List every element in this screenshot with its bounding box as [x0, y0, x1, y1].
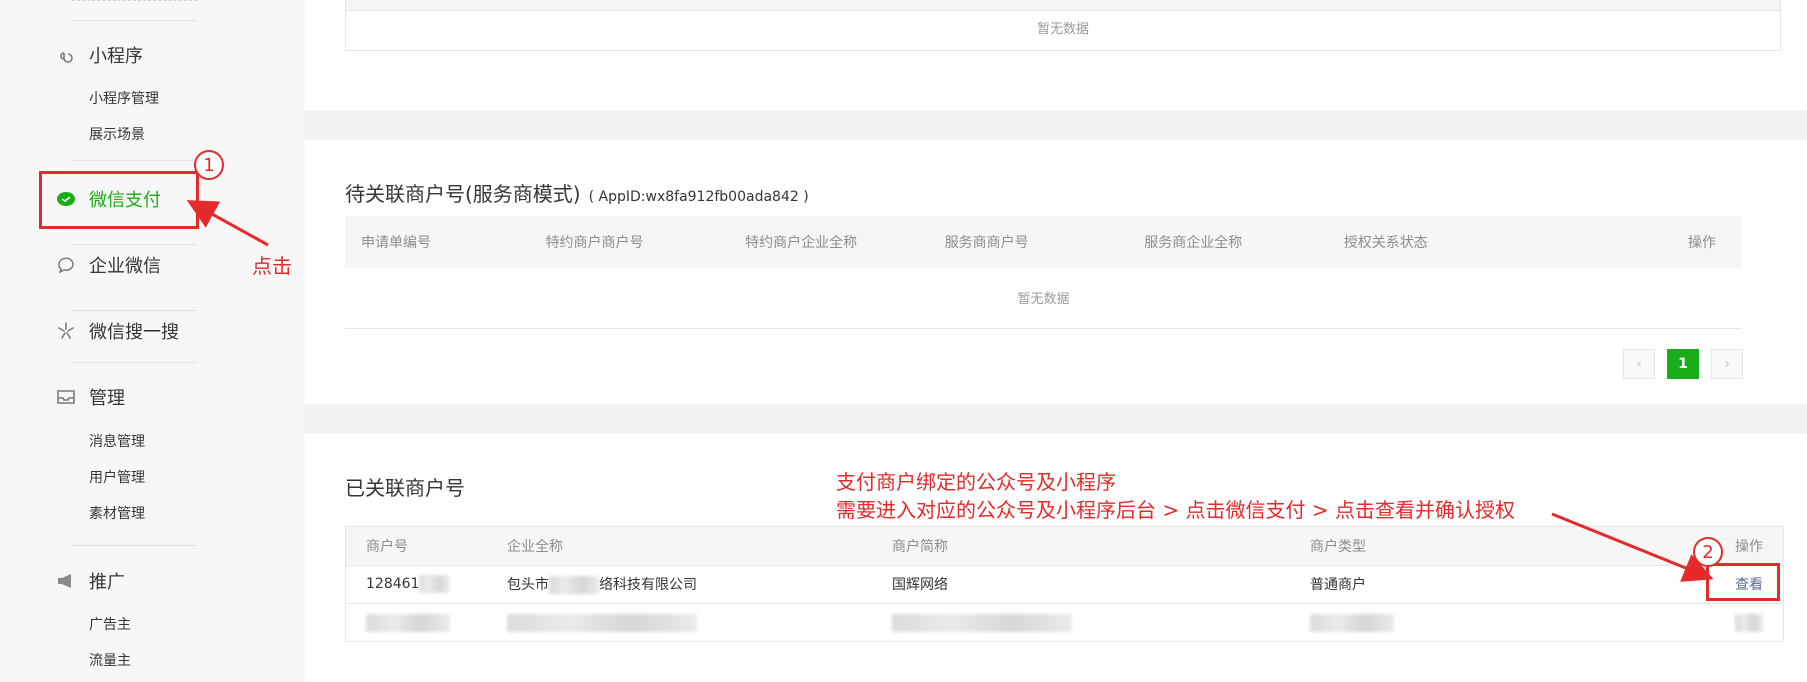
company-prefix: 包头市 — [507, 577, 549, 593]
sidebar-group-wechat-search[interactable]: 微信搜一搜 — [55, 318, 179, 344]
panel-title: 待关联商户号(服务商模式) — [345, 182, 581, 206]
redacted-blur — [419, 575, 450, 593]
sidebar-group-label: 小程序 — [89, 46, 143, 67]
annotation-note-line2: 需要进入对应的公众号及小程序后台 > 点击微信支付 > 点击查看并确认授权 — [836, 498, 1515, 522]
company-cell: 包头市 络科技有限公司 — [506, 565, 891, 603]
divider — [72, 20, 197, 21]
table-header-row: 申请单编号 特约商户商户号 特约商户企业全称 服务商商户号 服务商企业全称 授权… — [345, 216, 1742, 268]
inbox-icon — [55, 386, 77, 408]
col-header: 操作 — [1688, 235, 1716, 251]
redacted-blur — [366, 614, 450, 632]
sidebar-group-promotion[interactable]: 推广 — [55, 568, 125, 594]
highlight-box-wechat-pay — [39, 171, 199, 229]
col-header: 企业全称 — [507, 538, 563, 555]
divider — [72, 0, 197, 2]
table-row: 暂无数据 — [345, 268, 1742, 328]
redacted-blur — [1310, 614, 1394, 632]
redacted-blur — [892, 614, 1072, 632]
short-name-cell: 国辉网络 — [892, 577, 948, 593]
panel-header: 待关联商户号(服务商模式) ( AppID:wx8fa912fb00ada842… — [345, 178, 809, 207]
table-header-row: 商户号 企业全称 商户简称 商户类型 操作 — [346, 527, 1783, 565]
table-empty: 暂无数据 — [345, 0, 1781, 51]
pending-merchant-panel: 待关联商户号(服务商模式) ( AppID:wx8fa912fb00ada842… — [305, 140, 1807, 404]
redacted-blur — [549, 576, 599, 594]
sidebar-group-label: 推广 — [89, 572, 125, 593]
pending-table: 申请单编号 特约商户商户号 特约商户企业全称 服务商商户号 服务商企业全称 授权… — [345, 216, 1742, 329]
appid-text: ( AppID:wx8fa912fb00ada842 ) — [588, 189, 809, 205]
col-header: 特约商户商户号 — [545, 235, 644, 251]
redacted-blur — [507, 614, 697, 632]
divider — [72, 545, 197, 546]
sidebar-group-wework[interactable]: 企业微信 — [55, 252, 161, 278]
col-header: 服务商商户号 — [944, 235, 1029, 251]
step-badge: 1 — [194, 150, 224, 180]
table-row: 128461 包头市 络科技有限公司 国辉网络 普通商户 查看 — [346, 565, 1783, 603]
chat-bubble-icon — [55, 254, 77, 276]
sidebar-item-material-manage[interactable]: 素材管理 — [89, 503, 145, 523]
divider — [72, 310, 197, 311]
sidebar-group-manage[interactable]: 管理 — [55, 384, 125, 410]
search-spark-icon — [55, 320, 77, 342]
sidebar-item-message-manage[interactable]: 消息管理 — [89, 431, 145, 451]
empty-text: 暂无数据 — [1017, 292, 1070, 308]
sidebar-group-label: 微信搜一搜 — [89, 322, 179, 343]
prev-page-button[interactable]: ‹ — [1623, 349, 1655, 379]
annotation-note-line1: 支付商户绑定的公众号及小程序 — [836, 470, 1116, 494]
col-header: 商户号 — [366, 538, 408, 555]
col-header: 商户类型 — [1310, 538, 1366, 555]
pagination: ‹ 1 › — [1623, 349, 1743, 379]
redacted-blur — [1735, 614, 1763, 632]
col-header: 服务商企业全称 — [1144, 235, 1243, 251]
link-icon — [55, 44, 77, 66]
sidebar-item-publisher[interactable]: 流量主 — [89, 650, 131, 670]
sidebar-item-user-manage[interactable]: 用户管理 — [89, 467, 145, 487]
divider — [72, 244, 197, 245]
next-page-button[interactable]: › — [1711, 349, 1743, 379]
empty-text: 暂无数据 — [1036, 22, 1089, 37]
step-badge: 2 — [1693, 537, 1723, 567]
sidebar-group-miniprogram[interactable]: 小程序 — [55, 42, 143, 68]
page-1-button[interactable]: 1 — [1667, 349, 1699, 379]
top-panel: 暂无数据 — [305, 0, 1807, 110]
merchant-id: 128461 — [366, 576, 420, 592]
merchant-id-cell: 128461 — [346, 565, 506, 603]
col-header: 商户简称 — [892, 538, 948, 555]
sidebar-item-advertiser[interactable]: 广告主 — [89, 614, 131, 634]
sidebar-group-label: 管理 — [89, 388, 125, 409]
click-annotation: 点击 — [252, 254, 292, 278]
sidebar-item-miniprogram-manage[interactable]: 小程序管理 — [89, 88, 159, 108]
megaphone-icon — [55, 570, 77, 592]
company-suffix: 络科技有限公司 — [599, 577, 697, 593]
sidebar-item-display-scene[interactable]: 展示场景 — [89, 124, 145, 144]
highlight-box-view — [1706, 563, 1780, 601]
table-row — [346, 603, 1783, 641]
divider — [72, 362, 197, 363]
col-header: 申请单编号 — [361, 235, 431, 251]
linked-table: 商户号 企业全称 商户简称 商户类型 操作 128461 包头市 络科技有限公司 … — [345, 526, 1784, 642]
sidebar: 小程序 小程序管理 展示场景 微信支付 企业微信 微信搜一搜 管理 消息管理 用… — [0, 0, 305, 682]
divider — [72, 160, 197, 161]
sidebar-group-label: 企业微信 — [89, 256, 161, 277]
col-header: 特约商户企业全称 — [745, 235, 858, 251]
panel-title: 已关联商户号 — [345, 476, 465, 500]
col-header: 授权关系状态 — [1343, 235, 1428, 251]
type-cell: 普通商户 — [1310, 577, 1366, 593]
